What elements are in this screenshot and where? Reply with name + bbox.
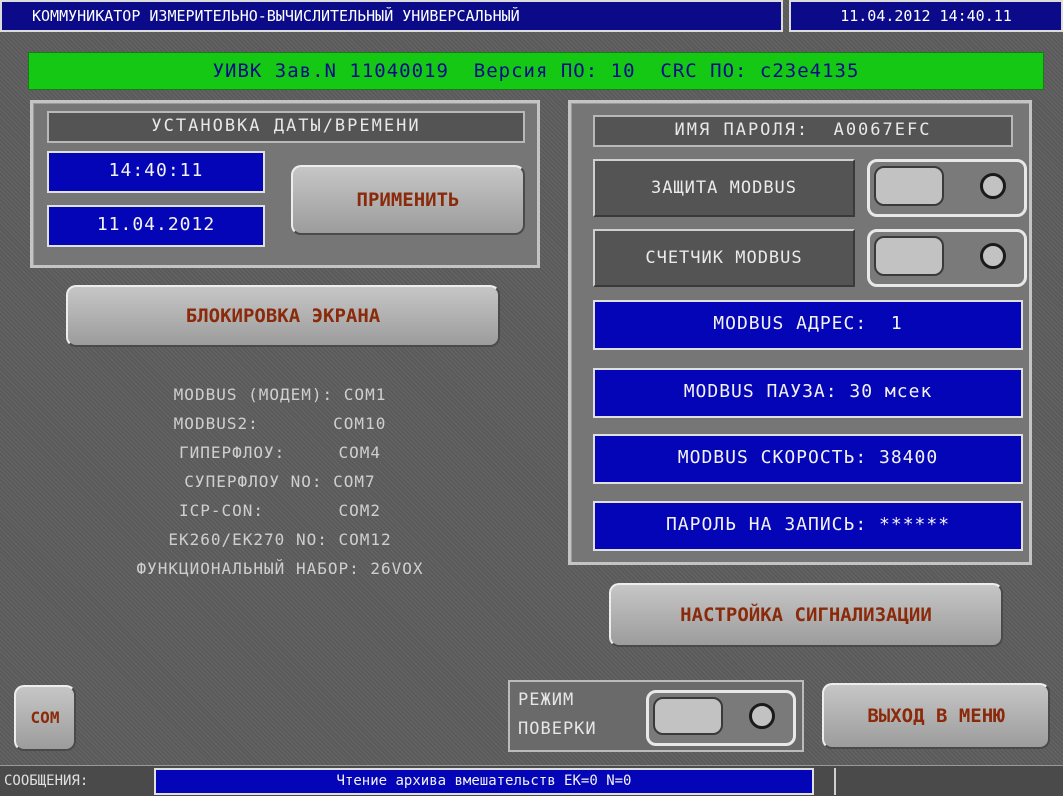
port-info-line: EK260/EK270 NO: COM12 [168,530,392,549]
modbus-speed-field[interactable]: MODBUS СКОРОСТЬ: 38400 [593,434,1023,484]
toggle-indicator-icon [980,173,1006,199]
toggle-knob [874,166,944,206]
window-title: КОММУНИКАТОР ИЗМЕРИТЕЛЬНО-ВЫЧИСЛИТЕЛЬНЫЙ… [0,0,783,32]
port-info-line: MODBUS2: COM10 [173,414,387,433]
verification-mode-toggle[interactable] [646,690,796,746]
time-field[interactable]: 14:40:11 [47,151,265,193]
port-info-line: ФУНКЦИОНАЛЬНЫЙ НАБОР: 26VOX [136,559,424,578]
toggle-knob [874,236,944,276]
port-info-line: СУПЕРФЛОУ NO: COM7 [184,472,376,491]
verification-mode-label: РЕЖИМ ПОВЕРКИ [518,686,644,744]
screen-lock-button[interactable]: БЛОКИРОВКА ЭКРАНА [66,285,500,347]
modbus-panel: ИМЯ ПАРОЛЯ: A0067EFC ЗАЩИТА MODBUS СЧЕТЧ… [568,100,1032,565]
modbus-pause-field[interactable]: MODBUS ПАУЗА: 30 мсек [593,368,1023,418]
write-password-field[interactable]: ПАРОЛЬ НА ЗАПИСЬ: ****** [593,501,1023,551]
toggle-indicator-icon [749,703,775,729]
toggle-knob [653,697,723,735]
status-bar: СООБЩЕНИЯ: Чтение архива вмешательств EK… [0,765,1063,796]
port-info-line: MODBUS (МОДЕМ): COM1 [173,385,387,404]
verification-mode-group: РЕЖИМ ПОВЕРКИ [508,680,804,752]
port-info-list: MODBUS (МОДЕМ): COM1 MODBUS2: COM10 ГИПЕ… [20,380,540,583]
alarm-settings-button[interactable]: НАСТРОЙКА СИГНАЛИЗАЦИИ [609,583,1003,647]
modbus-address-field[interactable]: MODBUS АДРЕС: 1 [593,300,1023,350]
status-message: Чтение архива вмешательств EK=0 N=0 [154,768,814,795]
modbus-protection-toggle[interactable] [867,159,1027,217]
port-info-line: ГИПЕРФЛОУ: COM4 [178,443,382,462]
status-divider [834,768,836,795]
verification-mode-label-line2: ПОВЕРКИ [518,719,597,739]
date-time-header: УСТАНОВКА ДАТЫ/ВРЕМЕНИ [47,111,525,143]
exit-to-menu-button[interactable]: ВЫХОД В МЕНЮ [822,683,1050,749]
status-label: СООБЩЕНИЯ: [4,773,89,789]
date-time-panel: УСТАНОВКА ДАТЫ/ВРЕМЕНИ 14:40:11 11.04.20… [30,100,540,268]
password-name-label: ИМЯ ПАРОЛЯ: A0067EFC [593,115,1013,147]
date-field[interactable]: 11.04.2012 [47,205,265,247]
modbus-protection-button[interactable]: ЗАЩИТА MODBUS [593,159,855,217]
modbus-counter-button[interactable]: СЧЕТЧИК MODBUS [593,229,855,287]
device-info-bar: УИВК Зав.N 11040019 Версия ПО: 10 CRC ПО… [28,52,1044,90]
toggle-indicator-icon [980,243,1006,269]
port-info-line: ICP-CON: COM2 [178,501,382,520]
clock-display: 11.04.2012 14:40.11 [789,0,1063,32]
apply-button[interactable]: ПРИМЕНИТЬ [291,165,525,235]
verification-mode-label-line1: РЕЖИМ [518,690,575,710]
modbus-counter-toggle[interactable] [867,229,1027,287]
com-button[interactable]: COM [14,685,76,751]
